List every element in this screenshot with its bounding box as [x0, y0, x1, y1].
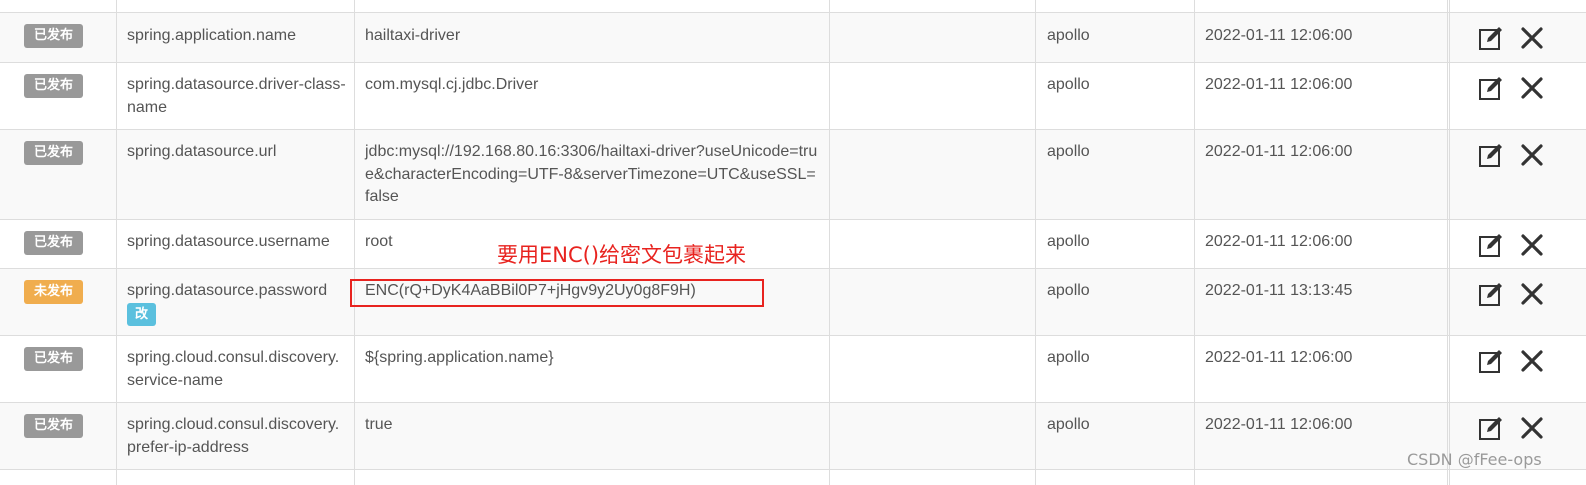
status-badge: 已发布 — [24, 24, 83, 48]
column-divider — [1194, 0, 1195, 485]
config-key: spring.datasource.password — [127, 282, 328, 299]
close-icon[interactable] — [1519, 415, 1545, 441]
modified-by: apollo — [1047, 349, 1090, 366]
table-row: 已发布 spring.cloud.consul.discovery.prefer… — [0, 403, 1586, 470]
table-row: 未发布 spring.datasource.password 改 ENC(rQ+… — [0, 269, 1586, 336]
edit-icon[interactable] — [1478, 281, 1504, 307]
status-badge: 已发布 — [24, 414, 83, 438]
table-row: 已发布 spring.datasource.driver-class-name … — [0, 63, 1586, 130]
close-icon[interactable] — [1519, 281, 1545, 307]
modified-by: apollo — [1047, 416, 1090, 433]
config-value: ${spring.application.name} — [365, 349, 554, 366]
column-divider — [1449, 0, 1450, 485]
config-key: spring.cloud.consul.discovery.prefer-ip-… — [127, 416, 340, 456]
column-divider — [1035, 0, 1036, 485]
status-badge: 未发布 — [24, 280, 83, 304]
modified-by: apollo — [1047, 143, 1090, 160]
highlight-box — [350, 279, 764, 307]
close-icon[interactable] — [1519, 75, 1545, 101]
modified-time: 2022-01-11 13:13:45 — [1205, 282, 1353, 299]
table-row: 已发布 spring.datasource.url jdbc:mysql://1… — [0, 130, 1586, 220]
config-value: com.mysql.cj.jdbc.Driver — [365, 76, 539, 93]
modified-time: 2022-01-11 12:06:00 — [1205, 233, 1353, 250]
edit-icon[interactable] — [1478, 142, 1504, 168]
close-icon[interactable] — [1519, 348, 1545, 374]
modified-time: 2022-01-11 12:06:00 — [1205, 27, 1353, 44]
config-key: spring.datasource.driver-class-name — [127, 76, 346, 116]
column-divider — [1447, 0, 1448, 485]
column-divider — [354, 0, 355, 485]
config-value: jdbc:mysql://192.168.80.16:3306/hailtaxi… — [365, 143, 818, 205]
modified-by: apollo — [1047, 27, 1090, 44]
config-key: spring.cloud.consul.discovery.service-na… — [127, 349, 340, 389]
modified-time: 2022-01-11 12:06:00 — [1205, 143, 1353, 160]
status-badge: 已发布 — [24, 231, 83, 255]
table-row: 已发布 spring.datasource.username root apol… — [0, 220, 1586, 269]
edit-icon[interactable] — [1478, 348, 1504, 374]
modified-time: 2022-01-11 12:06:00 — [1205, 416, 1353, 433]
config-value: true — [365, 416, 393, 433]
modified-by: apollo — [1047, 282, 1090, 299]
table-row: 已发布 spring.cloud.consul.discovery.servic… — [0, 336, 1586, 403]
modified-by: apollo — [1047, 76, 1090, 93]
watermark: CSDN @fFee-ops — [1407, 450, 1542, 469]
modified-time: 2022-01-11 12:06:00 — [1205, 349, 1353, 366]
close-icon[interactable] — [1519, 25, 1545, 51]
status-badge: 已发布 — [24, 74, 83, 98]
config-value: hailtaxi-driver — [365, 27, 461, 44]
edit-icon[interactable] — [1478, 415, 1504, 441]
top-border — [0, 12, 1586, 13]
config-key: spring.datasource.url — [127, 143, 277, 160]
modified-by: apollo — [1047, 233, 1090, 250]
edit-icon[interactable] — [1478, 232, 1504, 258]
status-badge: 已发布 — [24, 347, 83, 371]
config-key: spring.datasource.username — [127, 233, 330, 250]
close-icon[interactable] — [1519, 232, 1545, 258]
edit-icon[interactable] — [1478, 25, 1504, 51]
modified-time: 2022-01-11 12:06:00 — [1205, 76, 1353, 93]
status-badge: 已发布 — [24, 141, 83, 165]
table-row: 已发布 spring.application.name hailtaxi-dri… — [0, 13, 1586, 63]
modified-badge: 改 — [127, 303, 156, 326]
config-key: spring.application.name — [127, 27, 296, 44]
column-divider — [116, 0, 117, 485]
annotation-text: 要用ENC()给密文包裹起来 — [497, 243, 747, 267]
edit-icon[interactable] — [1478, 75, 1504, 101]
column-divider — [829, 0, 830, 485]
close-icon[interactable] — [1519, 142, 1545, 168]
